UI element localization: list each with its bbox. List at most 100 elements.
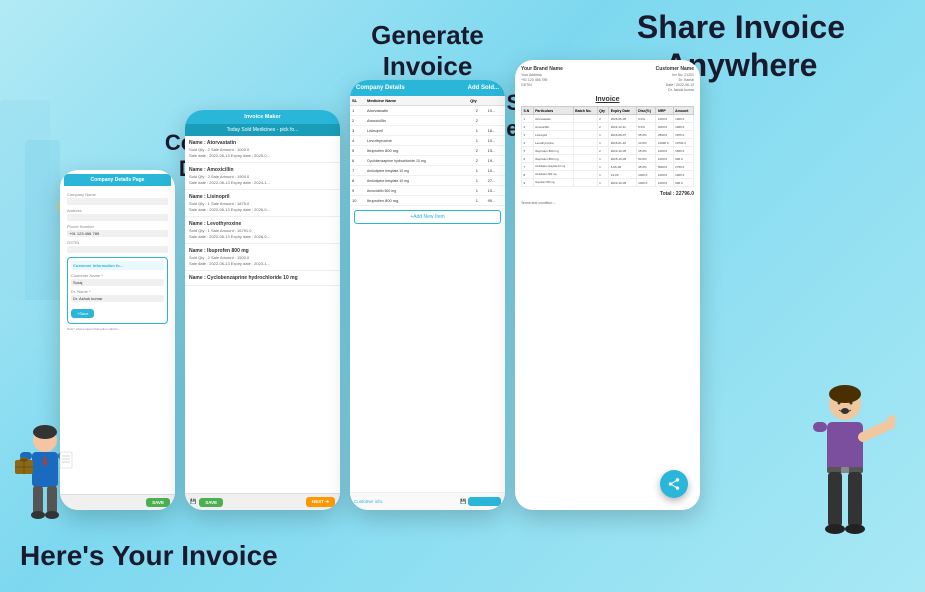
address-input[interactable] bbox=[67, 214, 168, 221]
col-price bbox=[486, 96, 505, 106]
generate-button[interactable]: Generate... bbox=[468, 497, 501, 506]
medicines-table: SL Medicine Name Qty 1Atorvastatin210...… bbox=[350, 96, 505, 206]
list-item[interactable]: Name : Levothyroxine Sold Qty : 1 Sale A… bbox=[185, 217, 340, 244]
table-row: 1Atorvastatin22025-06-050.0%1000.01000.0 bbox=[522, 115, 694, 123]
table-row[interactable]: 7Amlodipine besylate 10 mg110... bbox=[350, 166, 505, 176]
invoice-no: Inv No: 21201 bbox=[656, 73, 694, 77]
customer-info-link[interactable]: Customer info. bbox=[354, 499, 383, 504]
invoice-content: Your Brand Name Your Address +91 123 456… bbox=[515, 60, 700, 460]
screen2-pick-medicines: Invoice Maker Today Sold Medicines - pic… bbox=[185, 110, 340, 510]
table-row: 5Ibuprofen 800 mg22023-10-0525.0%1000.01… bbox=[522, 147, 694, 155]
col-batch: Batch No. bbox=[573, 107, 597, 115]
next-button[interactable]: NEXT ➔ bbox=[306, 497, 335, 507]
list-item[interactable]: Name : Ibuprofen 800 mg Sold Qty : 2 Sal… bbox=[185, 244, 340, 271]
med-sold: Sold Qty : 2 Sale Amount : 1900.0 bbox=[189, 174, 336, 179]
table-row[interactable]: 9Amoxicillin 500 mg110... bbox=[350, 186, 505, 196]
company-name-input[interactable] bbox=[67, 198, 168, 205]
phone-label: Phone Number bbox=[67, 224, 168, 229]
list-item[interactable]: Name : Atorvastatin Sold Qty : 2 Sale Am… bbox=[185, 136, 340, 163]
screen4-invoice-preview: Your Brand Name Your Address +91 123 456… bbox=[515, 60, 700, 510]
screen1-header: Company Details Page bbox=[64, 174, 171, 186]
med-sold: Sold Qty : 2 Sale Amount : 1000.0 bbox=[189, 147, 336, 152]
table-row: 7Amlodipine besylate 10 mg15-06-0645.0%5… bbox=[522, 163, 694, 171]
generate-icon: 💾 bbox=[460, 499, 466, 505]
customer-section-header: Customer Information fo... bbox=[71, 261, 164, 270]
gstin-label: GSTIN bbox=[67, 240, 168, 245]
screen3-footer: Customer info. 💾 Generate... bbox=[350, 492, 505, 510]
save-icon: 💾 bbox=[190, 499, 196, 505]
brand-info: Your Brand Name Your Address +91 123 456… bbox=[521, 66, 563, 92]
invoice-terms: Terms and condition :- bbox=[521, 201, 694, 205]
med-dates: Sale date : 2022-06-13 Expiry date : 202… bbox=[189, 180, 336, 185]
med-sold: Sold Qty : 1 Sale Amount : 16791.0 bbox=[189, 228, 336, 233]
med-name: Name : Cyclobenzaprine hydrochloride 10 … bbox=[189, 275, 336, 281]
list-item[interactable]: Name : Cyclobenzaprine hydrochloride 10 … bbox=[185, 271, 340, 286]
table-row[interactable]: 10Ibuprofen 800 mg190... bbox=[350, 196, 505, 206]
table-row[interactable]: 1Atorvastatin210... bbox=[350, 106, 505, 116]
med-sold: Sold Qty : 2 Sale Amount : 1500.0 bbox=[189, 255, 336, 260]
med-name: Name : Ibuprofen 800 mg bbox=[189, 248, 336, 254]
doctor-name-input[interactable]: Dr. Ashok kumar bbox=[71, 295, 164, 302]
col-expiry: Expiry Date bbox=[609, 107, 636, 115]
table-row[interactable]: 6Cyclobenzaprine hydrochloride 10 mg219.… bbox=[350, 156, 505, 166]
save-customer-button[interactable]: +Save bbox=[71, 309, 94, 318]
table-row[interactable]: 3Lisinopril116... bbox=[350, 126, 505, 136]
med-dates: Sale date : 2022-06-13 Expiry date : 202… bbox=[189, 261, 336, 266]
share-icon bbox=[667, 477, 681, 491]
col-name: Medicine Name bbox=[365, 96, 468, 106]
table-row[interactable]: 5Ibuprofen 800 mg215... bbox=[350, 146, 505, 156]
invoice-total: Total : 22796.0 bbox=[521, 191, 694, 197]
brand-address: Your Address bbox=[521, 73, 563, 77]
bottom-heading: Here's Your Invoice bbox=[20, 540, 278, 572]
brand-name: Your Brand Name bbox=[521, 66, 563, 72]
table-row[interactable]: 4Levothyroxine110... bbox=[350, 136, 505, 146]
customer-section: Customer Information fo... Customer Name… bbox=[67, 257, 168, 324]
table-row: 2Amoxicillin22024-12-115.0%2000.01900.0 bbox=[522, 123, 694, 131]
med-dates: Sale date : 2022-06-13 Expiry date : 202… bbox=[189, 153, 336, 158]
doctor-name-label: Dr. Name * bbox=[71, 289, 164, 294]
list-item[interactable]: Name : Amoxicillin Sold Qty : 2 Sale Amo… bbox=[185, 163, 340, 190]
person-left-illustration bbox=[10, 422, 80, 532]
table-row: 3Lisinopril12026-08-0735.0%2500.01875.0 bbox=[522, 131, 694, 139]
share-button[interactable] bbox=[660, 470, 688, 498]
table-row[interactable]: 8Amlodipine besylate 10 mg127... bbox=[350, 176, 505, 186]
med-dates: Sale date : 2022-06-13 Expiry date : 202… bbox=[189, 234, 336, 239]
invoice-table: S.N Particulars Batch No. Qty Expiry Dat… bbox=[521, 106, 694, 187]
col-particulars: Particulars bbox=[533, 107, 573, 115]
invoice-meta: Customer Name Inv No: 21201 Dr. Kamal Da… bbox=[656, 66, 694, 92]
col-qty: Qty bbox=[597, 107, 609, 115]
med-name: Name : Amoxicillin bbox=[189, 167, 336, 173]
col-amount: Amount bbox=[673, 107, 693, 115]
person-right-illustration bbox=[795, 382, 895, 562]
screen2-footer: 💾 SAVE NEXT ➔ bbox=[185, 493, 340, 510]
med-name: Name : Levothyroxine bbox=[189, 221, 336, 227]
phone-input[interactable]: +91 123 456 789 bbox=[67, 230, 168, 237]
table-row[interactable]: 2Amoxicillin2 bbox=[350, 116, 505, 126]
address-label: Address bbox=[67, 208, 168, 213]
table-row: 4Levothyroxine12026-01-1010.0%11990.0107… bbox=[522, 139, 694, 147]
screen1-save-button[interactable]: SAVE bbox=[146, 498, 170, 507]
invoice-customer-address: Dr. Ashok kumar bbox=[656, 88, 694, 92]
med-dates: Sale date : 2022-06-13 Expiry date : 202… bbox=[189, 207, 336, 212]
col-disc: Disc(%) bbox=[636, 107, 656, 115]
med-name: Name : Atorvastatin bbox=[189, 140, 336, 146]
table-row: 8Amlodipine 500 mg113-031000.01000.01000… bbox=[522, 171, 694, 179]
invoice-customer-name-label: Customer Name bbox=[656, 66, 694, 72]
gstin-input[interactable] bbox=[67, 246, 168, 253]
invoice-header: Your Brand Name Your Address +91 123 456… bbox=[521, 66, 694, 92]
invoice-title: Invoice bbox=[521, 96, 694, 103]
add-item-button[interactable]: +Add New Item bbox=[354, 210, 501, 224]
invoice-date: Date : 2022-06-13 bbox=[656, 83, 694, 87]
screen2-header: Invoice Maker bbox=[185, 110, 340, 124]
col-mrp: MRP bbox=[656, 107, 673, 115]
screen2-save-button[interactable]: SAVE bbox=[199, 498, 223, 507]
med-name: Name : Lisinopril bbox=[189, 194, 336, 200]
col-qty: Qty bbox=[468, 96, 486, 106]
col-sl: SL bbox=[350, 96, 365, 106]
company-name-label: Company Name bbox=[67, 192, 168, 197]
customer-name-input[interactable]: Suraj bbox=[71, 279, 164, 286]
generate-invoice-label: GenerateInvoice bbox=[350, 20, 505, 82]
list-item[interactable]: Name : Lisinopril Sold Qty : 1 Sale Amou… bbox=[185, 190, 340, 217]
table-row: 6Ibuprofen 800 mg12025-10-0950.0%1000.09… bbox=[522, 155, 694, 163]
med-sold: Sold Qty : 1 Sale Amount : 1875.0 bbox=[189, 201, 336, 206]
